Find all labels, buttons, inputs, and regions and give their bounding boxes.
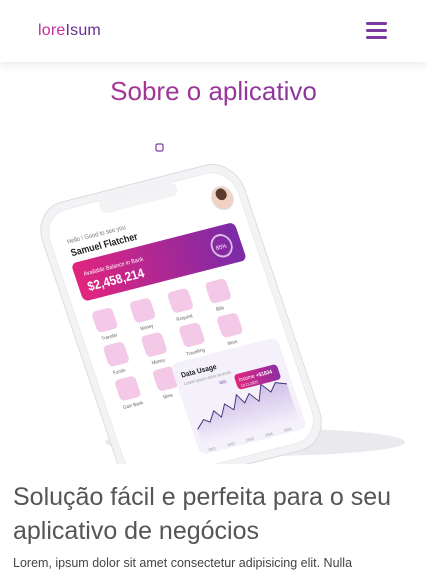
hamburger-menu-icon[interactable] <box>366 22 387 40</box>
brand-logo[interactable]: loreIsum <box>38 22 101 40</box>
navbar: loreIsum <box>0 0 427 62</box>
menu-bar <box>366 36 387 39</box>
menu-bar <box>366 22 387 25</box>
brand-part-2: Isum <box>65 22 101 39</box>
headline: Solução fácil e perfeita para o seu apli… <box>13 483 392 545</box>
phone-mockup-image: Hello ! Good to see you Samuel Flatcher … <box>20 124 410 489</box>
brand-part-1: lore <box>38 22 66 39</box>
section-title: Sobre o aplicativo <box>0 76 427 107</box>
description-text: Lorem, ipsum dolor sit amet consectetur … <box>13 556 353 570</box>
menu-bar <box>366 29 387 32</box>
phone-status-icon <box>155 143 164 152</box>
